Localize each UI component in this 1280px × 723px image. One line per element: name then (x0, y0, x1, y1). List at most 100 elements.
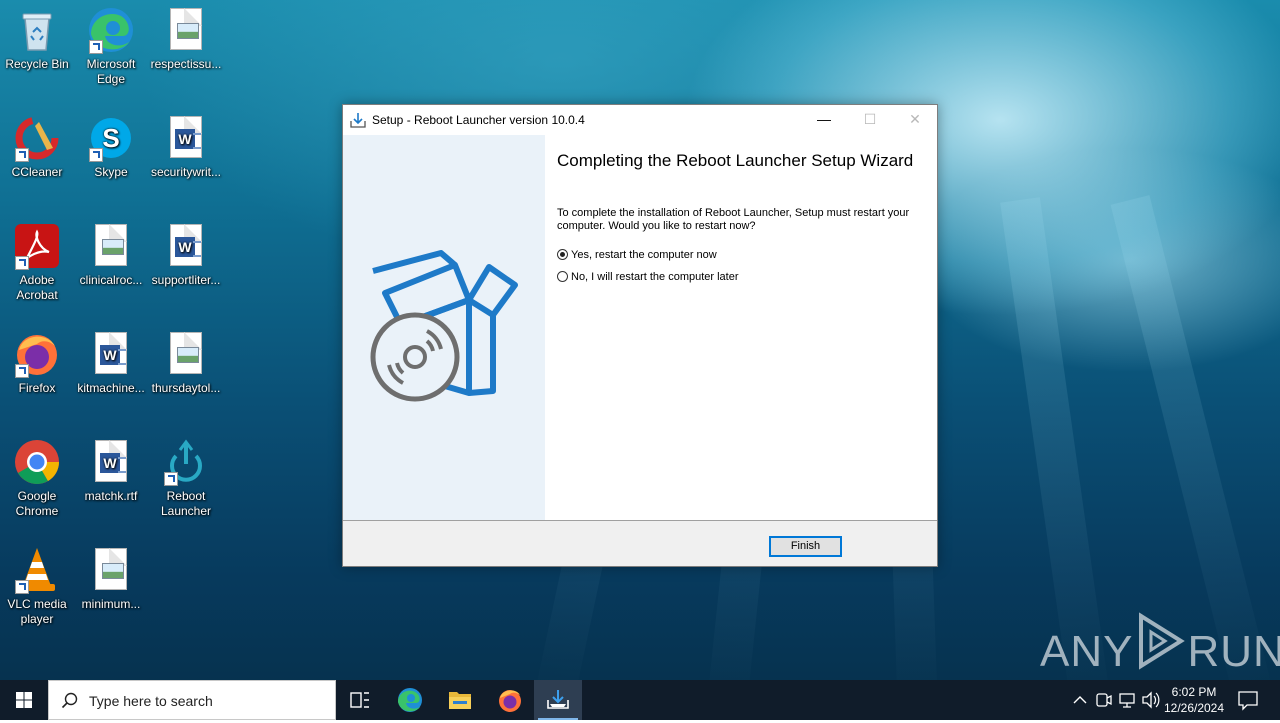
vlc-cone-icon (13, 546, 61, 594)
recycle-bin-icon (13, 6, 61, 54)
desktop-icon-adobe-acrobat[interactable]: Adobe Acrobat (1, 222, 73, 303)
microsoft-edge-icon (87, 6, 135, 54)
word-document-icon: W (162, 114, 210, 162)
icon-label: Google Chrome (15, 489, 59, 518)
desktop-icon-clinicalroc[interactable]: clinicalroc... (75, 222, 147, 288)
image-file-icon (162, 6, 210, 54)
reboot-launcher-icon (162, 438, 210, 486)
minimize-button[interactable]: — (801, 105, 847, 135)
notifications-icon (1238, 691, 1258, 711)
desktop-icon-skype[interactable]: S Skype (75, 114, 147, 180)
watermark-text-right: RUN (1187, 627, 1280, 676)
icon-label: Adobe Acrobat (16, 273, 58, 302)
radio-restart-later[interactable]: No, I will restart the computer later (557, 270, 739, 286)
svg-text:S: S (102, 123, 119, 153)
maximize-button: ☐ (863, 111, 877, 127)
dialog-separator (343, 520, 937, 521)
desktop-icon-securitywrit[interactable]: W securitywrit... (150, 114, 222, 180)
desktop-icon-vlc[interactable]: VLC media player (1, 546, 73, 627)
icon-label: VLC media player (7, 597, 67, 626)
desktop-icon-supportliter[interactable]: W supportliter... (150, 222, 222, 288)
radio-selected-icon[interactable] (557, 249, 568, 260)
shortcut-arrow-icon (15, 580, 29, 594)
radio-label: Yes, restart the computer now (571, 249, 717, 261)
taskbar-file-explorer[interactable] (436, 680, 484, 720)
icon-label: CCleaner (11, 165, 63, 179)
icon-label: Microsoft Edge (86, 57, 136, 86)
desktop-icon-recycle-bin[interactable]: Recycle Bin (1, 6, 73, 72)
adobe-acrobat-icon (13, 222, 61, 270)
desktop-icon-ccleaner[interactable]: CCleaner (1, 114, 73, 180)
start-button[interactable] (0, 680, 48, 720)
show-hidden-icons-button[interactable] (1068, 680, 1092, 720)
chevron-up-icon (1073, 696, 1087, 704)
desktop-icon-microsoft-edge[interactable]: Microsoft Edge (75, 6, 147, 87)
radio-unselected-icon[interactable] (557, 271, 568, 282)
shortcut-arrow-icon (89, 148, 103, 162)
setup-dialog: Setup - Reboot Launcher version 10.0.4 —… (342, 104, 938, 567)
radio-restart-now[interactable]: Yes, restart the computer now (557, 248, 717, 264)
word-document-icon: W (87, 438, 135, 486)
clock-date: 12/26/2024 (1163, 701, 1225, 715)
taskbar-edge[interactable] (386, 680, 434, 720)
shortcut-arrow-icon (164, 472, 178, 486)
desktop-icon-google-chrome[interactable]: Google Chrome (1, 438, 73, 519)
wizard-body-text: To complete the installation of Reboot L… (557, 207, 910, 232)
taskbar: Type here to search 6:02 PM 12/26/2024 (0, 680, 1280, 720)
finish-button[interactable]: Finish (769, 536, 842, 557)
installer-icon (547, 690, 569, 709)
shortcut-arrow-icon (15, 364, 29, 378)
icon-label: matchk.rtf (84, 489, 138, 503)
desktop-icon-firefox[interactable]: Firefox (1, 330, 73, 396)
desktop-icon-minimum[interactable]: minimum... (75, 546, 147, 612)
word-document-icon: W (87, 330, 135, 378)
windows-logo-icon (16, 692, 32, 708)
desktop-icon-reboot-launcher[interactable]: Reboot Launcher (150, 438, 222, 519)
folder-icon (449, 692, 471, 709)
search-placeholder: Type here to search (89, 693, 213, 709)
taskbar-firefox[interactable] (486, 680, 534, 720)
installer-icon (350, 113, 366, 128)
taskbar-setup-installer[interactable] (534, 680, 582, 720)
microsoft-edge-icon (398, 688, 422, 712)
play-logo-icon (1139, 612, 1186, 670)
ccleaner-icon (13, 114, 61, 162)
taskbar-clock[interactable]: 6:02 PM 12/26/2024 (1158, 684, 1230, 716)
watermark-text-left: ANY (1040, 627, 1134, 676)
close-button[interactable]: ✕ (892, 105, 938, 135)
icon-label: thursdaytol... (151, 381, 221, 395)
radio-label: No, I will restart the computer later (571, 271, 739, 283)
action-center-button[interactable] (1234, 680, 1262, 720)
anyrun-watermark: ANY RUN (1040, 612, 1280, 677)
light-ray (1000, 197, 1113, 680)
icon-label: respectissu... (150, 57, 222, 71)
tray-network[interactable] (1116, 680, 1140, 720)
software-box-disc-icon (370, 250, 518, 402)
firefox-icon (499, 690, 521, 712)
google-chrome-icon (13, 438, 61, 486)
firefox-icon (13, 330, 61, 378)
tray-meet-now[interactable] (1092, 680, 1116, 720)
desktop-icon-kitmachine[interactable]: W kitmachine... (75, 330, 147, 396)
light-ray (1110, 195, 1276, 680)
desktop-icon-respectissu[interactable]: respectissu... (150, 6, 222, 72)
network-icon (1119, 693, 1135, 708)
meet-now-icon (1096, 693, 1112, 707)
icon-label: Recycle Bin (5, 57, 69, 71)
icon-label: securitywrit... (150, 165, 221, 179)
wizard-image-panel (343, 135, 545, 520)
search-icon (61, 692, 78, 709)
image-file-icon (87, 546, 135, 594)
desktop-icon-matchk[interactable]: W matchk.rtf (75, 438, 147, 504)
shortcut-arrow-icon (89, 40, 103, 54)
shortcut-arrow-icon (15, 256, 29, 270)
desktop-icon-thursdaytol[interactable]: thursdaytol... (150, 330, 222, 396)
dialog-titlebar[interactable]: Setup - Reboot Launcher version 10.0.4 —… (343, 105, 937, 135)
icon-label: Skype (94, 165, 128, 179)
icon-label: clinicalroc... (79, 273, 143, 287)
icon-label: kitmachine... (77, 381, 145, 395)
image-file-icon (87, 222, 135, 270)
icon-label: Firefox (18, 381, 56, 395)
task-view-button[interactable] (336, 680, 384, 720)
taskbar-search-box[interactable]: Type here to search (48, 680, 336, 720)
